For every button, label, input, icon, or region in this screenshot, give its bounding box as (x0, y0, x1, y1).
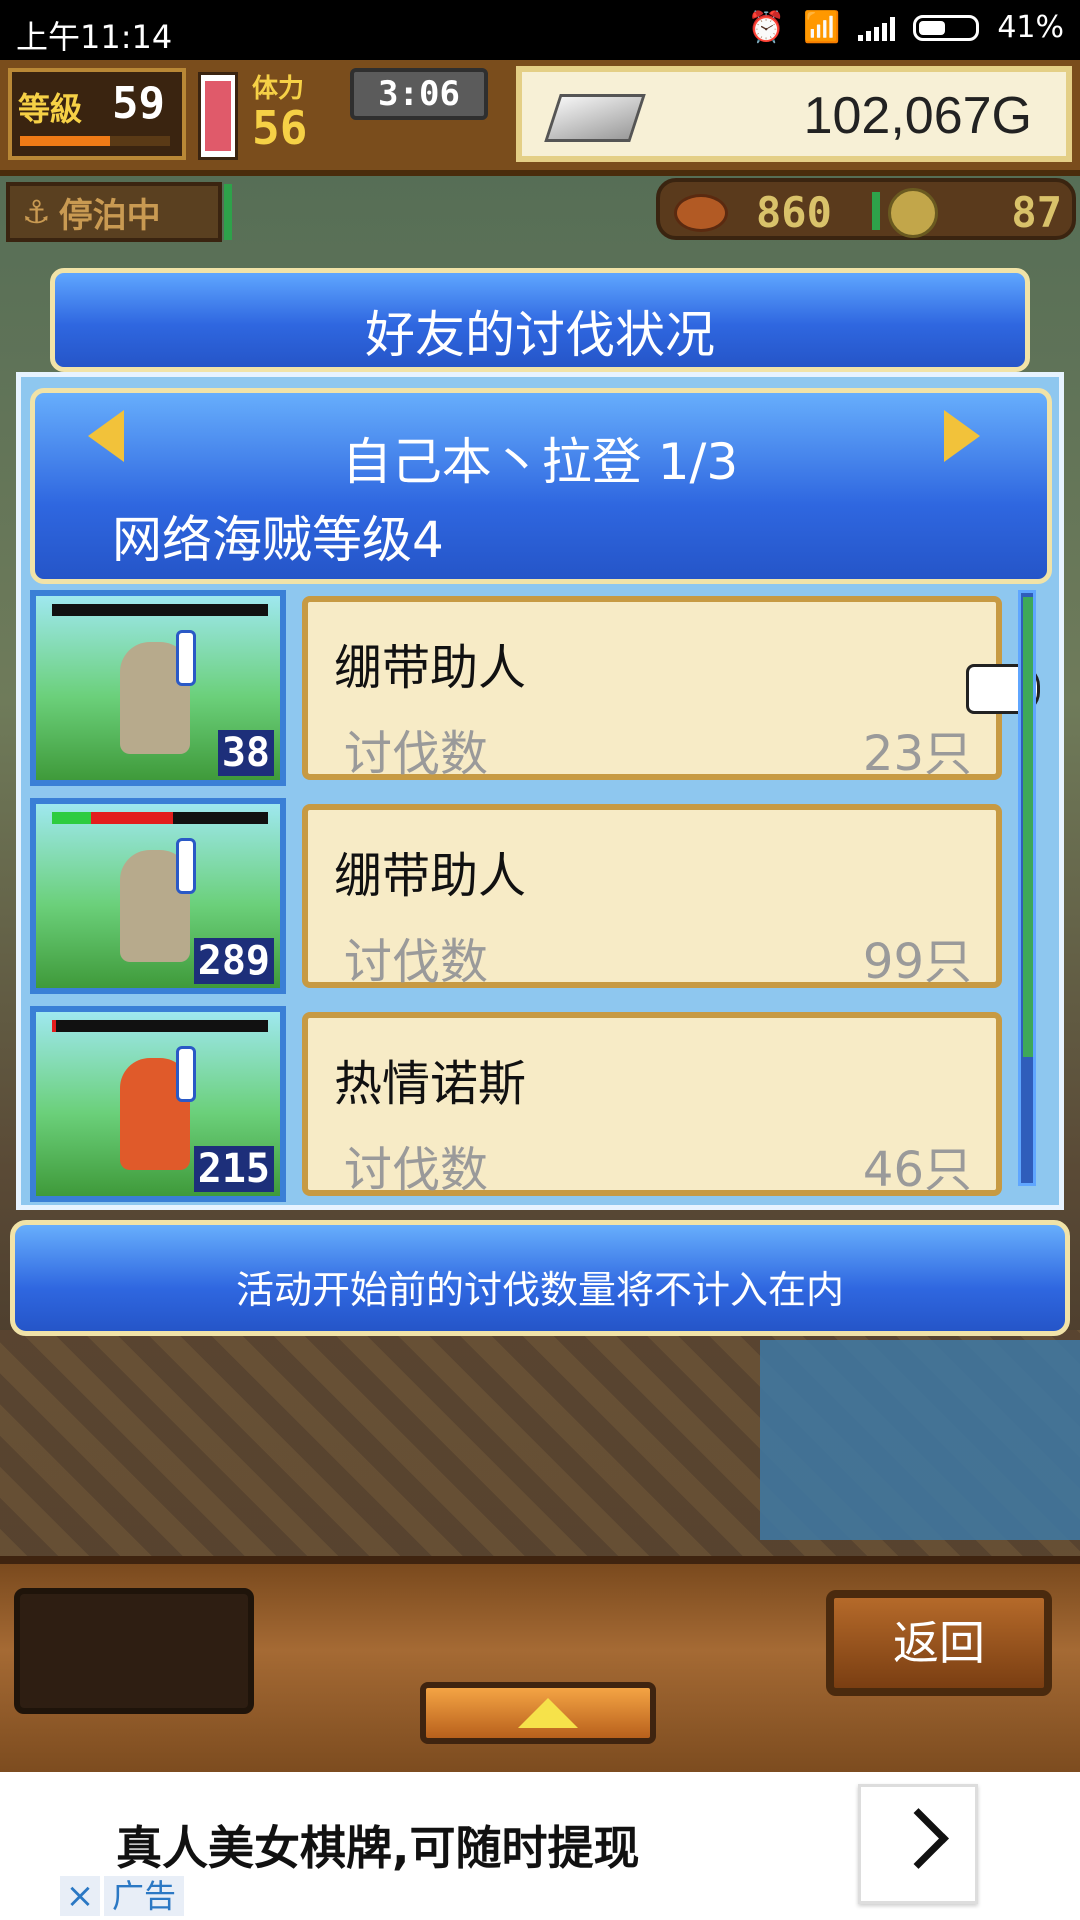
hp-gauge (198, 72, 238, 160)
status-bar: 上午11:14 ⏰ 📶 41% (0, 0, 1080, 60)
notice-bar: 活动开始前的讨伐数量将不计入在内 (10, 1220, 1070, 1336)
up-arrow-icon (518, 1698, 578, 1728)
anchor-icon: ⚓ (22, 193, 51, 231)
monster-name: 热情诺斯 (334, 1056, 527, 1112)
ad-tag: 广告 (104, 1876, 185, 1916)
monster-thumbnail: 289 (30, 798, 286, 994)
list-item[interactable]: 215 热情诺斯 讨伐数 46只 (30, 1006, 1010, 1206)
level-value: 59 (112, 78, 165, 129)
water-area (760, 1340, 1080, 1540)
exclamation-icon (176, 630, 196, 686)
resource-box: 860 87 (656, 178, 1076, 240)
monster-count: 289 (193, 938, 274, 984)
friend-card[interactable]: 热情诺斯 讨伐数 46只 (302, 1012, 1002, 1198)
kill-label: 讨伐数 (344, 1142, 489, 1198)
scrollbar[interactable] (1018, 590, 1036, 1186)
monster-hp-bar (52, 1020, 268, 1032)
resource-separator (872, 192, 880, 230)
kill-value: 23只 (862, 726, 972, 782)
list-item[interactable]: 38 绷带助人 讨伐数 23只 (30, 590, 1010, 790)
exclamation-icon (176, 1046, 196, 1102)
level-label: 等級 (18, 90, 83, 128)
stage-title: 自己本丶拉登 1/3 (341, 433, 739, 491)
meat-icon (674, 194, 728, 232)
close-icon[interactable]: × (60, 1876, 100, 1916)
top-status-bar: 等級 59 体力 56 3:06 102,067G (0, 60, 1080, 176)
panel-title: 好友的讨伐状况 (365, 306, 715, 364)
chevron-right-icon (888, 1808, 949, 1869)
battery-percent: 41% (997, 10, 1064, 45)
food-count: 860 (756, 188, 832, 237)
monster-thumbnail: 38 (30, 590, 286, 786)
kill-label: 讨伐数 (344, 934, 489, 990)
alarm-icon: ⏰ (747, 10, 785, 45)
expand-button[interactable] (420, 1682, 656, 1744)
stamina-value: 56 (252, 101, 308, 155)
notice-text: 活动开始前的讨伐数量将不计入在内 (235, 1268, 844, 1312)
kill-label: 讨伐数 (344, 726, 489, 782)
panel-title-bar: 好友的讨伐状况 (50, 268, 1030, 372)
monster-hp-bar (52, 604, 268, 616)
stamina-box: 体力 56 (252, 68, 352, 164)
net-level: 网络海贼等级4 (112, 511, 444, 569)
silver-ingot-icon (544, 94, 646, 142)
bottom-bar: 返回 (0, 1556, 1080, 1780)
gold-amount: 102,067G (803, 87, 1032, 145)
level-box: 等級 59 (8, 68, 186, 160)
signal-icon (858, 15, 896, 41)
battery-icon (913, 14, 980, 41)
monster-count: 215 (193, 1146, 274, 1192)
status-icons: ⏰ 📶 41% (748, 10, 1064, 45)
monster-hp-bar (52, 812, 268, 824)
friend-card[interactable]: 绷带助人 讨伐数 23只 (302, 596, 1002, 782)
kill-value: 46只 (862, 1142, 972, 1198)
wifi-icon: 📶 (802, 10, 841, 45)
anchor-status: ⚓ 停泊中 (6, 182, 222, 242)
ad-go-button[interactable] (858, 1784, 978, 1904)
anchor-indicator (224, 184, 232, 240)
timer: 3:06 (350, 68, 488, 120)
ad-banner[interactable]: 真人美女棋牌,可随时提现 × 广告 (0, 1772, 1080, 1920)
monster-name: 绷带助人 (334, 848, 527, 904)
ad-text[interactable]: 真人美女棋牌,可随时提现 (116, 1812, 639, 1878)
empty-slot (14, 1588, 254, 1714)
monster-thumbnail: 215 (30, 1006, 286, 1202)
kill-value: 99只 (862, 934, 972, 990)
anchor-label: 停泊中 (58, 195, 161, 236)
list-item[interactable]: 289 绷带助人 讨伐数 99只 (30, 798, 1010, 998)
coin-icon (888, 188, 938, 238)
monster-count: 38 (217, 730, 274, 776)
gold-box: 102,067G (516, 66, 1072, 162)
status-time: 上午11:14 (16, 18, 173, 56)
coin-count: 87 (1011, 188, 1062, 237)
friend-card[interactable]: 绷带助人 讨伐数 99只 (302, 804, 1002, 990)
exp-bar (20, 136, 170, 146)
exclamation-icon (176, 838, 196, 894)
monster-name: 绷带助人 (334, 640, 527, 696)
back-button[interactable]: 返回 (826, 1590, 1052, 1696)
stamina-label: 体力 (252, 74, 305, 104)
